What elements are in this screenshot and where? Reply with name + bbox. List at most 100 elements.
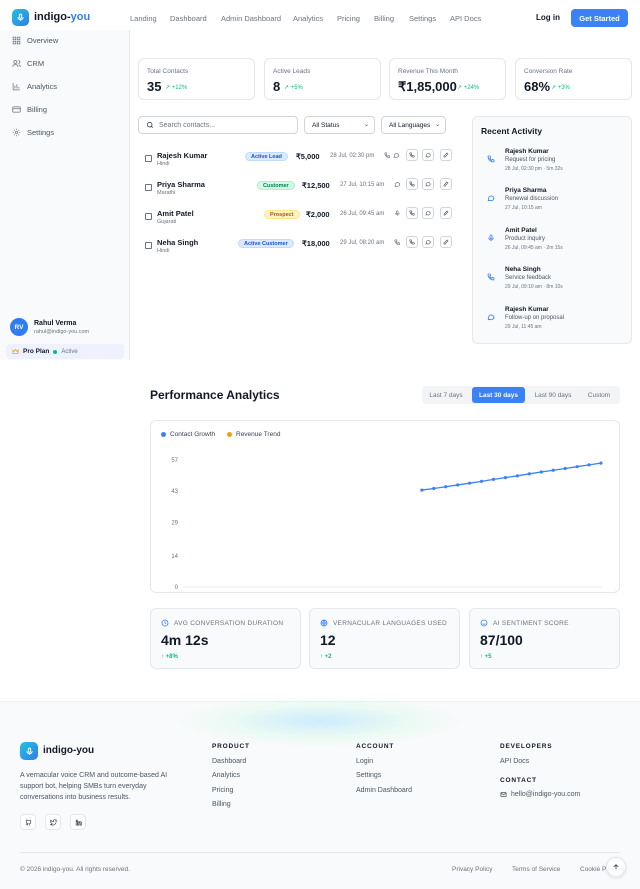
edit-button[interactable] xyxy=(440,236,452,248)
data-point[interactable] xyxy=(515,474,519,478)
table-row[interactable]: Rajesh Kumar Hindi Active Lead ₹5,000 28… xyxy=(138,149,456,174)
status-select-value: All Status xyxy=(312,121,340,129)
nav-pricing[interactable]: Pricing xyxy=(337,14,360,23)
stat-value: ₹1,85,000 xyxy=(398,79,457,94)
data-point[interactable] xyxy=(420,488,424,492)
tab-custom[interactable]: Custom xyxy=(581,387,617,403)
sidebar-item-billing[interactable]: Billing xyxy=(12,105,47,114)
footer-link-login[interactable]: Login xyxy=(356,758,373,765)
github-icon[interactable] xyxy=(20,814,36,830)
activity-desc: Product inquiry xyxy=(505,236,546,242)
row-checkbox[interactable] xyxy=(145,242,152,249)
tab-last-30-days[interactable]: Last 30 days xyxy=(472,387,525,403)
nav-api-docs[interactable]: API Docs xyxy=(450,14,481,23)
metric-change: ↑ +5 xyxy=(480,654,492,660)
table-row[interactable]: Priya Sharma Marathi Customer ₹12,500 27… xyxy=(138,178,456,203)
sidebar: Overview CRM Analytics Billing Settings xyxy=(0,30,130,360)
table-row[interactable]: Neha Singh Hindi Active Customer ₹18,000… xyxy=(138,236,456,261)
metric-change: ↑ +8% xyxy=(161,654,178,660)
series-line xyxy=(421,462,602,491)
sidebar-item-crm[interactable]: CRM xyxy=(12,59,44,68)
row-checkbox[interactable] xyxy=(145,155,152,162)
data-point[interactable] xyxy=(587,463,591,467)
tab-last-90-days[interactable]: Last 90 days xyxy=(529,387,577,403)
message-icon xyxy=(487,189,495,202)
call-button[interactable] xyxy=(406,207,418,219)
edit-button[interactable] xyxy=(440,207,452,219)
footer-link-api-docs[interactable]: API Docs xyxy=(500,758,529,765)
data-point[interactable] xyxy=(468,481,472,485)
footer-link-admin-dashboard[interactable]: Admin Dashboard xyxy=(356,787,412,794)
contact-amount: ₹5,000 xyxy=(296,152,320,161)
logo-mic-icon[interactable] xyxy=(12,9,29,26)
linkedin-icon[interactable] xyxy=(70,814,86,830)
data-point[interactable] xyxy=(491,477,496,481)
brand-name[interactable]: indigo-you xyxy=(34,11,90,23)
scroll-to-top-button[interactable] xyxy=(606,857,626,877)
y-tick-label: 29 xyxy=(171,520,178,526)
status-select[interactable]: All Status ⌄ xyxy=(304,116,375,134)
decorative-glow xyxy=(180,696,460,746)
nav-landing[interactable]: Landing xyxy=(130,14,157,23)
call-button[interactable] xyxy=(406,178,418,190)
edit-button[interactable] xyxy=(440,178,452,190)
contact-name: Rajesh Kumar xyxy=(157,151,208,160)
nav-billing[interactable]: Billing xyxy=(374,14,394,23)
footer-link-billing[interactable]: Billing xyxy=(212,801,231,808)
data-point[interactable] xyxy=(527,472,531,476)
data-point[interactable] xyxy=(563,466,567,471)
data-point[interactable] xyxy=(432,486,436,491)
table-row[interactable]: Amit Patel Gujarati Prospect ₹2,000 26 J… xyxy=(138,207,456,232)
twitter-icon[interactable] xyxy=(45,814,61,830)
data-point[interactable] xyxy=(551,468,555,472)
footer-link-cookies[interactable]: Cookie P xyxy=(580,866,606,873)
data-point[interactable] xyxy=(444,485,448,489)
nav-analytics[interactable]: Analytics xyxy=(293,14,323,23)
user-profile[interactable]: RV Rahul Verma rahul@indigo-you.com xyxy=(10,318,89,336)
sidebar-item-settings[interactable]: Settings xyxy=(12,128,54,137)
data-point[interactable] xyxy=(539,470,543,474)
chart-plot: 0 14 29 43 57 xyxy=(171,458,603,591)
language-select[interactable]: All Languages ⌄ xyxy=(381,116,446,134)
footer-heading-product: PRODUCT xyxy=(212,743,250,750)
footer-link-privacy[interactable]: Privacy Policy xyxy=(452,866,492,873)
stat-card-conversion: Conversion Rate 68% ↗ +3% xyxy=(515,58,632,100)
message-button[interactable] xyxy=(422,178,434,190)
data-point[interactable] xyxy=(479,479,484,483)
footer-link-dashboard[interactable]: Dashboard xyxy=(212,758,246,765)
data-point[interactable] xyxy=(599,461,603,465)
footer-link-pricing[interactable]: Pricing xyxy=(212,787,233,794)
stat-card-revenue: Revenue This Month ₹1,85,000 ↗ +24% xyxy=(389,58,506,100)
footer-link-settings[interactable]: Settings xyxy=(356,772,381,779)
data-point[interactable] xyxy=(503,476,508,480)
y-tick-label: 14 xyxy=(171,554,178,560)
message-button[interactable] xyxy=(422,236,434,248)
row-checkbox[interactable] xyxy=(145,213,152,220)
sidebar-item-overview[interactable]: Overview xyxy=(12,36,58,45)
search-input[interactable]: Search contacts... xyxy=(138,116,298,134)
tab-last-7-days[interactable]: Last 7 days xyxy=(424,387,468,403)
language-select-value: All Languages xyxy=(389,121,431,129)
sidebar-item-analytics[interactable]: Analytics xyxy=(12,82,57,91)
message-button[interactable] xyxy=(422,149,434,161)
data-point[interactable] xyxy=(456,483,460,487)
message-button[interactable] xyxy=(422,207,434,219)
nav-dashboard[interactable]: Dashboard xyxy=(170,14,207,23)
status-dot xyxy=(53,349,58,354)
footer-heading-developers: DEVELOPERS xyxy=(500,743,553,750)
login-link[interactable]: Log in xyxy=(536,13,560,22)
contact-amount: ₹18,000 xyxy=(302,239,330,248)
contact-date: 28 Jul, 02:30 pm xyxy=(330,153,375,159)
footer-link-terms[interactable]: Terms of Service xyxy=(512,866,560,873)
footer-link-analytics[interactable]: Analytics xyxy=(212,772,240,779)
plan-badge[interactable]: Pro Plan Active xyxy=(6,344,124,359)
data-point[interactable] xyxy=(575,465,579,469)
call-button[interactable] xyxy=(406,236,418,248)
footer-email-link[interactable]: hello@indigo-you.com xyxy=(500,791,580,798)
call-button[interactable] xyxy=(406,149,418,161)
edit-button[interactable] xyxy=(440,149,452,161)
get-started-button[interactable]: Get Started xyxy=(571,9,628,27)
nav-admin-dashboard[interactable]: Admin Dashboard xyxy=(221,14,281,23)
nav-settings[interactable]: Settings xyxy=(409,14,436,23)
row-checkbox[interactable] xyxy=(145,184,152,191)
